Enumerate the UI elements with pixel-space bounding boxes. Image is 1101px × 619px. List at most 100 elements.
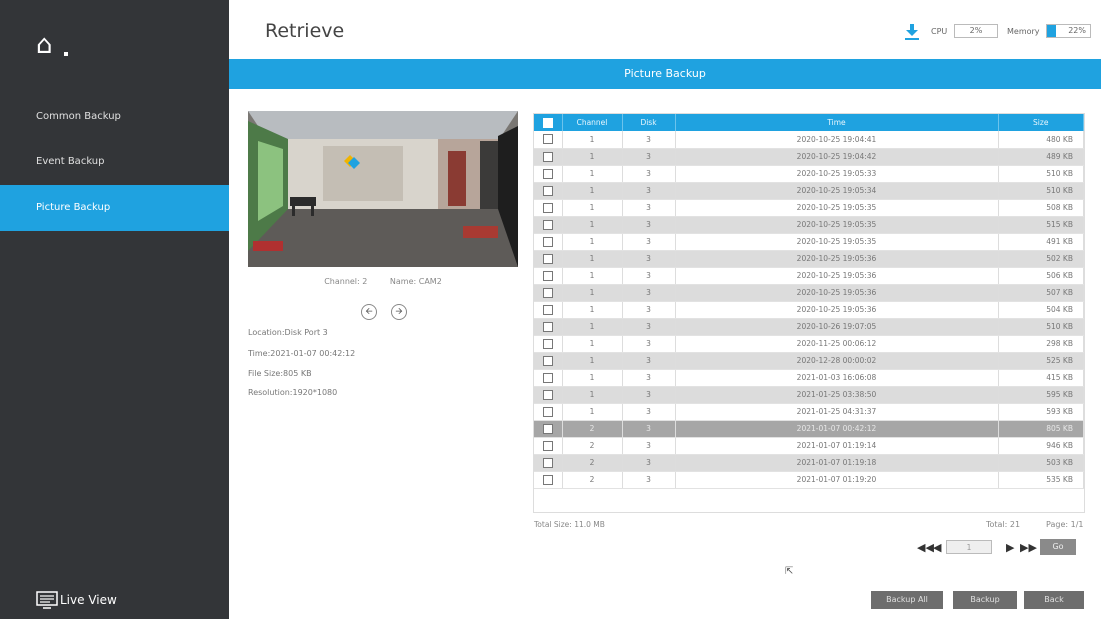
cell-disk: 3 xyxy=(622,369,676,387)
cell-time: 2021-01-25 03:38:50 xyxy=(675,386,999,404)
row-checkbox[interactable] xyxy=(542,287,553,298)
sidebar: ⌂ Common Backup Event Backup Picture Bac… xyxy=(0,0,229,619)
last-page-icon[interactable]: ▶▶ xyxy=(1020,541,1037,554)
cell-channel: 1 xyxy=(562,165,623,183)
arrow-left-icon: 🡨 xyxy=(365,307,373,317)
total-count: Total: 21 xyxy=(986,520,1021,529)
table-row[interactable]: 1 3 2020-10-25 19:05:35 508 KB xyxy=(534,199,1084,217)
row-checkbox[interactable] xyxy=(542,253,553,264)
table-row[interactable]: 1 3 2020-10-25 19:05:35 491 KB xyxy=(534,233,1084,251)
cell-channel: 1 xyxy=(562,267,623,285)
arrow-right-icon: 🡪 xyxy=(395,307,403,317)
table-row[interactable]: 2 3 2021-01-07 01:19:18 503 KB xyxy=(534,454,1084,472)
table-row[interactable]: 1 3 2021-01-25 03:38:50 595 KB xyxy=(534,386,1084,404)
table-row[interactable]: 2 3 2021-01-07 00:42:12 805 KB xyxy=(534,420,1084,438)
cell-time: 2021-01-07 01:19:18 xyxy=(675,454,999,472)
row-checkbox[interactable] xyxy=(542,355,553,366)
download-icon[interactable] xyxy=(905,24,919,40)
row-checkbox-cell xyxy=(534,352,563,370)
row-checkbox[interactable] xyxy=(542,423,553,434)
row-checkbox[interactable] xyxy=(542,236,553,247)
row-checkbox-cell xyxy=(534,454,563,472)
table-row[interactable]: 1 3 2020-10-25 19:04:41 480 KB xyxy=(534,131,1084,149)
table-row[interactable]: 1 3 2021-01-03 16:06:08 415 KB xyxy=(534,369,1084,387)
sidebar-item-common-backup[interactable]: Common Backup xyxy=(0,94,229,140)
table-row[interactable]: 1 3 2020-10-25 19:05:36 507 KB xyxy=(534,284,1084,302)
cell-size: 502 KB xyxy=(998,250,1084,268)
cell-channel: 1 xyxy=(562,250,623,268)
cell-channel: 1 xyxy=(562,301,623,319)
table-row[interactable]: 1 3 2020-12-28 00:00:02 525 KB xyxy=(534,352,1084,370)
column-header-channel: Channel xyxy=(562,114,623,131)
sidebar-item-event-backup[interactable]: Event Backup xyxy=(0,139,229,185)
home-button[interactable]: ⌂ xyxy=(36,30,76,60)
cell-size: 491 KB xyxy=(998,233,1084,251)
row-checkbox[interactable] xyxy=(542,202,553,213)
table-row[interactable]: 1 3 2020-10-26 19:07:05 510 KB xyxy=(534,318,1084,336)
row-checkbox[interactable] xyxy=(542,168,553,179)
row-checkbox[interactable] xyxy=(542,474,553,485)
column-header-time: Time xyxy=(675,114,999,131)
page-number-input[interactable] xyxy=(946,540,992,554)
picture-table: Channel Disk Time Size 1 3 2020-10-25 19:0… xyxy=(533,113,1085,513)
row-checkbox[interactable] xyxy=(542,219,553,230)
table-row[interactable]: 1 3 2020-10-25 19:04:42 489 KB xyxy=(534,148,1084,166)
table-row[interactable]: 1 3 2020-10-25 19:05:36 502 KB xyxy=(534,250,1084,268)
table-row[interactable]: 1 3 2021-01-25 04:31:37 593 KB xyxy=(534,403,1084,421)
table-row[interactable]: 2 3 2021-01-07 01:19:14 946 KB xyxy=(534,437,1084,455)
table-row[interactable]: 1 3 2020-11-25 00:06:12 298 KB xyxy=(534,335,1084,353)
row-checkbox-cell xyxy=(534,420,563,438)
cell-disk: 3 xyxy=(622,216,676,234)
select-all-checkbox[interactable] xyxy=(542,117,553,128)
first-page-icon[interactable]: ◀◀ xyxy=(917,541,934,554)
row-checkbox[interactable] xyxy=(542,270,553,281)
cell-channel: 2 xyxy=(562,454,623,472)
cell-channel: 1 xyxy=(562,216,623,234)
table-row[interactable]: 1 3 2020-10-25 19:05:34 510 KB xyxy=(534,182,1084,200)
table-row[interactable]: 1 3 2020-10-25 19:05:35 515 KB xyxy=(534,216,1084,234)
table-row[interactable]: 1 3 2020-10-25 19:05:33 510 KB xyxy=(534,165,1084,183)
cell-time: 2020-10-25 19:05:35 xyxy=(675,199,999,217)
previous-page-icon[interactable]: ◀ xyxy=(933,541,941,554)
next-picture-button[interactable]: 🡪 xyxy=(391,304,407,320)
table-row[interactable]: 1 3 2020-10-25 19:05:36 506 KB xyxy=(534,267,1084,285)
table-row[interactable]: 2 3 2021-01-07 01:19:20 535 KB xyxy=(534,471,1084,489)
cell-size: 525 KB xyxy=(998,352,1084,370)
row-checkbox[interactable] xyxy=(542,151,553,162)
row-checkbox[interactable] xyxy=(542,338,553,349)
cell-disk: 3 xyxy=(622,233,676,251)
row-checkbox[interactable] xyxy=(542,321,553,332)
cell-time: 2020-10-25 19:05:33 xyxy=(675,165,999,183)
cell-channel: 1 xyxy=(562,403,623,421)
location-info: Location:Disk Port 3 xyxy=(248,328,328,337)
cell-size: 507 KB xyxy=(998,284,1084,302)
row-checkbox[interactable] xyxy=(542,389,553,400)
sidebar-item-picture-backup[interactable]: Picture Backup xyxy=(0,185,229,231)
row-checkbox[interactable] xyxy=(542,185,553,196)
row-checkbox[interactable] xyxy=(542,406,553,417)
backup-all-button[interactable]: Backup All xyxy=(871,591,943,609)
cell-size: 480 KB xyxy=(998,131,1084,149)
next-page-icon[interactable]: ▶ xyxy=(1006,541,1014,554)
table-row[interactable]: 1 3 2020-10-25 19:05:36 504 KB xyxy=(534,301,1084,319)
back-button[interactable]: Back xyxy=(1024,591,1084,609)
live-view-button[interactable]: Live View xyxy=(36,590,117,610)
backup-button[interactable]: Backup xyxy=(953,591,1017,609)
row-checkbox-cell xyxy=(534,233,563,251)
cell-disk: 3 xyxy=(622,165,676,183)
cell-time: 2020-10-25 19:05:36 xyxy=(675,301,999,319)
row-checkbox[interactable] xyxy=(542,304,553,315)
memory-label: Memory xyxy=(1007,27,1040,36)
row-checkbox[interactable] xyxy=(542,440,553,451)
row-checkbox[interactable] xyxy=(542,372,553,383)
go-button[interactable]: Go xyxy=(1040,539,1076,555)
row-checkbox-cell xyxy=(534,386,563,404)
row-checkbox-cell xyxy=(534,301,563,319)
cell-time: 2021-01-25 04:31:37 xyxy=(675,403,999,421)
cell-size: 510 KB xyxy=(998,318,1084,336)
row-checkbox[interactable] xyxy=(542,134,553,145)
cell-channel: 1 xyxy=(562,386,623,404)
previous-picture-button[interactable]: 🡨 xyxy=(361,304,377,320)
row-checkbox[interactable] xyxy=(542,457,553,468)
memory-fill xyxy=(1047,25,1056,37)
